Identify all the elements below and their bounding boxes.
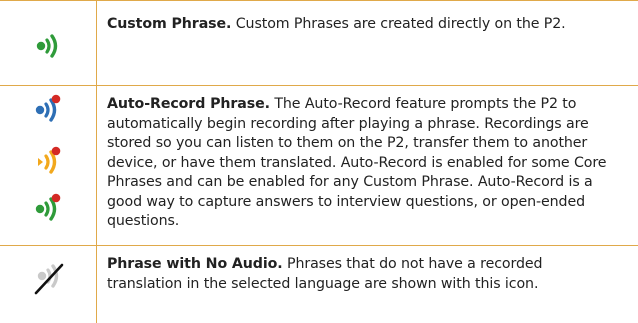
row-title: Custom Phrase.	[107, 16, 232, 32]
speaker-green-record-icon	[33, 192, 73, 222]
row-title: Auto-Record Phrase.	[107, 96, 270, 112]
row-body: Custom Phrases are created directly on t…	[231, 16, 566, 32]
row-auto-record-phrase: Auto-Record Phrase. The Auto-Record feat…	[0, 85, 638, 246]
phrase-icon-table: Custom Phrase. Custom Phrases are create…	[0, 0, 638, 323]
row-custom-phrase: Custom Phrase. Custom Phrases are create…	[0, 1, 638, 86]
speaker-green-icon	[34, 31, 74, 61]
row-text: Auto-Record Phrase. The Auto-Record feat…	[107, 95, 622, 232]
speaker-blue-record-icon	[33, 93, 73, 123]
row-text: Custom Phrase. Custom Phrases are create…	[107, 15, 622, 35]
speaker-orange-record-icon	[33, 145, 73, 175]
speaker-no-audio-icon	[32, 260, 72, 296]
row-title: Phrase with No Audio.	[107, 256, 283, 272]
row-text: Phrase with No Audio. Phrases that do no…	[107, 255, 622, 294]
row-no-audio-phrase: Phrase with No Audio. Phrases that do no…	[0, 246, 638, 323]
row-body: The Auto-Record feature prompts the P2 t…	[107, 96, 607, 229]
